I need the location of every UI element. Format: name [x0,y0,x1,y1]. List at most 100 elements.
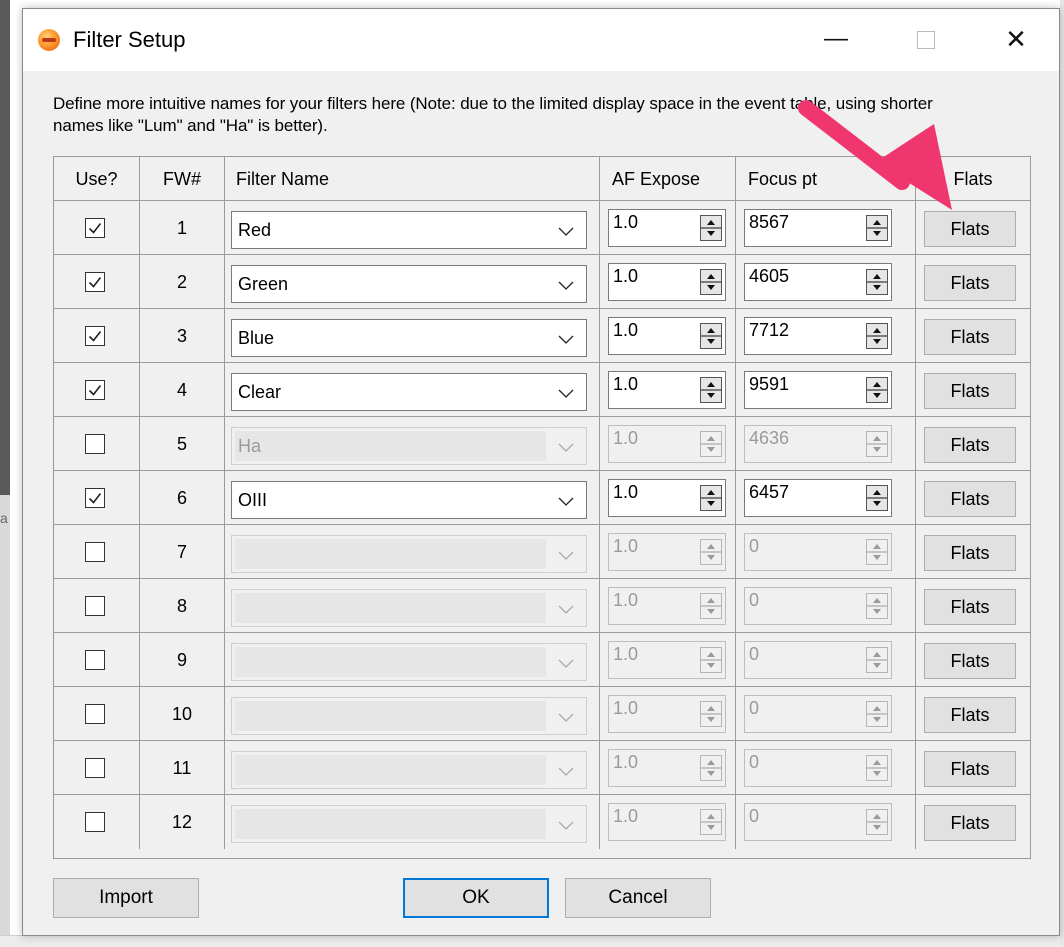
spin-updown-icon[interactable] [700,593,722,619]
af-expose-spinner[interactable]: 1.0 [608,371,726,409]
use-checkbox[interactable] [85,596,105,616]
spin-updown-icon[interactable] [866,809,888,835]
cancel-button[interactable]: Cancel [565,878,711,918]
spin-updown-icon[interactable] [866,593,888,619]
spin-updown-icon[interactable] [700,647,722,673]
use-checkbox[interactable] [85,542,105,562]
af-expose-spinner[interactable]: 1.0 [608,533,726,571]
filter-name-value: Ha [238,436,262,456]
flats-button[interactable]: Flats [924,427,1016,463]
flats-button[interactable]: Flats [924,319,1016,355]
filter-name-combobox[interactable]: Clear [231,373,587,411]
focus-pt-spinner[interactable]: 0 [744,533,892,571]
spin-updown-icon[interactable] [866,701,888,727]
spin-updown-icon[interactable] [866,377,888,403]
filter-setup-dialog: Filter Setup — ✕ Define more intuitive n… [22,8,1060,936]
focus-pt-spinner[interactable]: 0 [744,695,892,733]
fw-number: 9 [140,633,225,686]
filter-name-combobox[interactable] [231,805,587,843]
spin-updown-icon[interactable] [700,377,722,403]
spin-updown-icon[interactable] [866,323,888,349]
filter-name-combobox[interactable] [231,589,587,627]
focus-pt-spinner[interactable]: 0 [744,749,892,787]
af-expose-spinner[interactable]: 1.0 [608,263,726,301]
spin-updown-icon[interactable] [866,485,888,511]
spin-updown-icon[interactable] [700,539,722,565]
af-expose-spinner[interactable]: 1.0 [608,749,726,787]
spin-updown-icon[interactable] [700,269,722,295]
spin-updown-icon[interactable] [700,755,722,781]
filter-name-combobox[interactable]: OIII [231,481,587,519]
focus-pt-spinner[interactable]: 0 [744,587,892,625]
af-expose-spinner[interactable]: 1.0 [608,695,726,733]
spin-updown-icon[interactable] [700,485,722,511]
spin-updown-icon[interactable] [700,809,722,835]
focus-pt-cell: 0 [736,687,916,740]
use-checkbox[interactable] [85,650,105,670]
import-button[interactable]: Import [53,878,199,918]
af-expose-spinner[interactable]: 1.0 [608,317,726,355]
flats-button[interactable]: Flats [924,373,1016,409]
filter-name-combobox[interactable]: Green [231,265,587,303]
flats-button[interactable]: Flats [924,805,1016,841]
flats-button[interactable]: Flats [924,697,1016,733]
flats-button[interactable]: Flats [924,643,1016,679]
focus-pt-spinner[interactable]: 6457 [744,479,892,517]
af-expose-spinner[interactable]: 1.0 [608,803,726,841]
close-button[interactable]: ✕ [993,19,1039,59]
spin-updown-icon[interactable] [866,755,888,781]
af-expose-spinner[interactable]: 1.0 [608,641,726,679]
filter-name-combobox[interactable]: Red [231,211,587,249]
flats-button[interactable]: Flats [924,751,1016,787]
fw-number: 7 [140,525,225,578]
filter-name-combobox[interactable] [231,535,587,573]
use-checkbox[interactable] [85,488,105,508]
use-checkbox[interactable] [85,218,105,238]
filter-name-cell [225,741,600,794]
ok-button[interactable]: OK [403,878,549,918]
focus-pt-spinner[interactable]: 0 [744,803,892,841]
spin-updown-icon[interactable] [866,539,888,565]
af-expose-spinner[interactable]: 1.0 [608,209,726,247]
minimize-button[interactable]: — [813,19,859,59]
use-checkbox[interactable] [85,326,105,346]
af-expose-spinner[interactable]: 1.0 [608,425,726,463]
spin-updown-icon[interactable] [866,647,888,673]
af-expose-spinner[interactable]: 1.0 [608,479,726,517]
af-expose-spinner[interactable]: 1.0 [608,587,726,625]
flats-button[interactable]: Flats [924,211,1016,247]
flats-button[interactable]: Flats [924,589,1016,625]
title-bar[interactable]: Filter Setup — ✕ [23,9,1059,71]
spin-updown-icon[interactable] [700,323,722,349]
filter-name-combobox[interactable]: Ha [231,427,587,465]
flats-button[interactable]: Flats [924,481,1016,517]
use-checkbox[interactable] [85,704,105,724]
flats-button[interactable]: Flats [924,265,1016,301]
use-cell [54,309,140,362]
spin-updown-icon[interactable] [700,215,722,241]
spin-updown-icon[interactable] [700,431,722,457]
focus-pt-spinner[interactable]: 0 [744,641,892,679]
focus-pt-spinner[interactable]: 8567 [744,209,892,247]
spin-updown-icon[interactable] [700,701,722,727]
focus-pt-spinner[interactable]: 9591 [744,371,892,409]
use-checkbox[interactable] [85,380,105,400]
spin-updown-icon[interactable] [866,215,888,241]
maximize-button[interactable] [903,19,949,59]
focus-pt-spinner[interactable]: 7712 [744,317,892,355]
spin-updown-icon[interactable] [866,431,888,457]
use-checkbox[interactable] [85,758,105,778]
filter-name-combobox[interactable]: Blue [231,319,587,357]
filter-name-combobox[interactable] [231,643,587,681]
filter-name-combobox[interactable] [231,751,587,789]
use-checkbox[interactable] [85,272,105,292]
focus-pt-spinner[interactable]: 4636 [744,425,892,463]
focus-pt-spinner[interactable]: 4605 [744,263,892,301]
filter-name-combobox[interactable] [231,697,587,735]
spin-updown-icon[interactable] [866,269,888,295]
flats-button[interactable]: Flats [924,535,1016,571]
table-row: 5 Ha 1.0 4636 Flats [54,417,1030,471]
flats-cell: Flats [916,309,1030,362]
use-checkbox[interactable] [85,812,105,832]
use-checkbox[interactable] [85,434,105,454]
